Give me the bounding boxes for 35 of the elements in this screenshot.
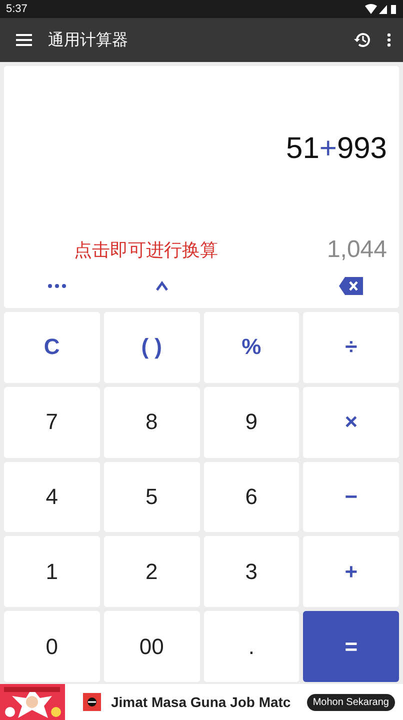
keypad-key[interactable]: ( ) <box>104 312 200 383</box>
result: 1,044 <box>326 236 387 264</box>
clock: 5:37 <box>6 3 28 15</box>
keypad-key[interactable]: + <box>303 536 399 608</box>
keypad-key[interactable]: 3 <box>204 536 300 608</box>
caret-icon[interactable] <box>154 279 170 293</box>
keypad-key[interactable]: 2 <box>104 536 200 608</box>
keypad-key[interactable]: × <box>303 386 399 458</box>
keypad-key[interactable]: % <box>204 312 300 383</box>
keypad-key[interactable]: 00 <box>104 611 200 682</box>
keypad-key[interactable]: . <box>204 611 300 682</box>
keypad-key[interactable]: 9 <box>204 386 300 458</box>
ad-title[interactable]: Jimat Masa Guna Job Matc <box>111 694 291 710</box>
keypad-key[interactable]: ÷ <box>303 312 399 383</box>
keypad-key[interactable]: 7 <box>4 386 100 458</box>
expression: 51+993 <box>286 132 388 166</box>
app-logo-icon <box>83 693 101 711</box>
keypad-key[interactable]: 0 <box>4 611 100 682</box>
status-icons <box>365 4 397 14</box>
app-title: 通用计算器 <box>48 30 129 50</box>
keypad-key[interactable]: 6 <box>204 462 300 532</box>
backspace-icon[interactable] <box>337 275 365 297</box>
keypad-key[interactable]: = <box>303 611 399 682</box>
history-icon[interactable] <box>353 31 371 49</box>
more-icon[interactable] <box>46 282 68 290</box>
conversion-hint[interactable]: 点击即可进行换算 <box>74 238 218 262</box>
keypad-key[interactable]: 5 <box>104 462 200 532</box>
apply-button[interactable]: Mohon Sekarang <box>306 694 395 710</box>
keypad-key[interactable]: − <box>303 462 399 532</box>
menu-icon[interactable] <box>16 34 32 46</box>
keypad-key[interactable]: 1 <box>4 536 100 608</box>
more-icon[interactable] <box>387 33 391 47</box>
keypad-key[interactable]: 8 <box>104 386 200 458</box>
keypad-key[interactable]: 4 <box>4 462 100 532</box>
keypad-key[interactable]: C <box>4 312 100 383</box>
